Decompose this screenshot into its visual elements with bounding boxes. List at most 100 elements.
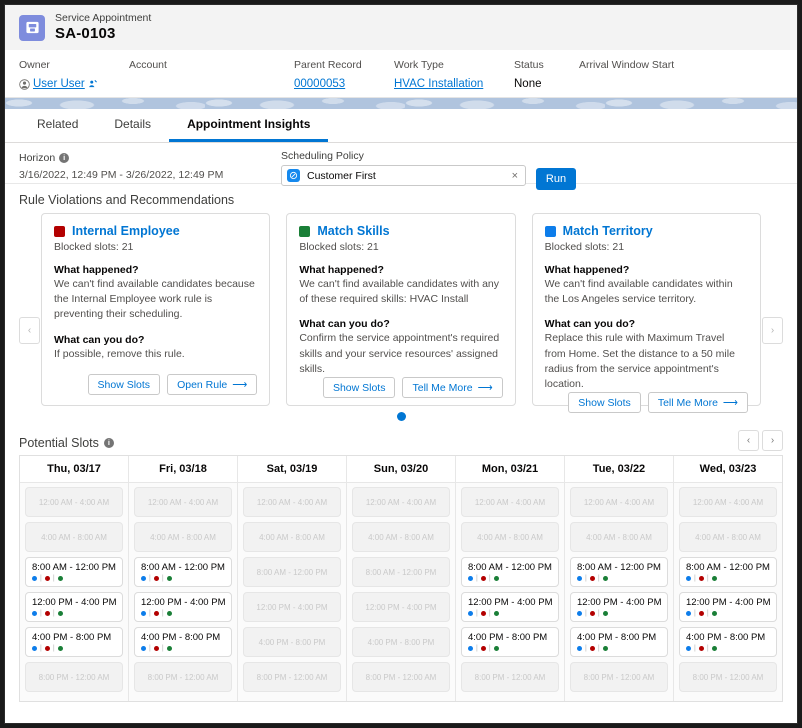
field-owner: Owner User User: [19, 58, 129, 93]
rule-pip-icon: [494, 576, 499, 581]
slot-available[interactable]: 4:00 PM - 8:00 PM||: [134, 627, 232, 657]
slot-rule-pips: ||: [32, 575, 116, 582]
slot-time-label: 4:00 AM - 8:00 AM: [250, 527, 334, 549]
rule-pip-icon: [603, 576, 608, 581]
arrow-right-icon: ⟶: [232, 379, 247, 391]
slot-available[interactable]: 8:00 AM - 12:00 PM||: [679, 557, 777, 587]
potential-slots-info-icon[interactable]: i: [104, 438, 114, 448]
rule-pip-icon: [32, 646, 37, 651]
show-slots-button[interactable]: Show Slots: [323, 377, 396, 398]
slot-available[interactable]: 12:00 PM - 4:00 PM||: [570, 592, 668, 622]
rule-pip-icon: [494, 646, 499, 651]
slot-rule-pips: ||: [577, 575, 661, 582]
slot-column: Mon, 03/2112:00 AM - 4:00 AM4:00 AM - 8:…: [456, 456, 565, 701]
slot-unavailable: 12:00 AM - 4:00 AM: [352, 487, 450, 517]
pip-separator: |: [149, 645, 151, 652]
slot-rule-pips: ||: [686, 575, 770, 582]
slot-unavailable: 12:00 AM - 4:00 AM: [570, 487, 668, 517]
clear-policy-icon[interactable]: ×: [510, 170, 520, 182]
slot-available[interactable]: 12:00 PM - 4:00 PM||: [25, 592, 123, 622]
tab-details[interactable]: Details: [96, 109, 169, 142]
slot-time-label: 4:00 AM - 8:00 AM: [359, 527, 443, 549]
rule-pip-icon: [58, 576, 63, 581]
slot-time-label: 12:00 PM - 4:00 PM: [32, 597, 116, 608]
slot-time-label: 12:00 AM - 4:00 AM: [250, 492, 334, 514]
parent-record-link[interactable]: 00000053: [294, 76, 345, 93]
scheduling-policy-input[interactable]: Customer First ×: [281, 165, 526, 186]
violation-card-title[interactable]: Match Skills: [317, 224, 389, 238]
open-rule-button[interactable]: Open Rule ⟶: [167, 374, 257, 395]
slot-available[interactable]: 4:00 PM - 8:00 PM||: [679, 627, 777, 657]
pip-separator: |: [53, 610, 55, 617]
slot-column-body: 12:00 AM - 4:00 AM4:00 AM - 8:00 AM8:00 …: [20, 483, 128, 701]
policy-record-icon: [287, 169, 300, 182]
run-button[interactable]: Run: [536, 168, 576, 190]
pip-separator: |: [707, 645, 709, 652]
tell-me-more-button[interactable]: Tell Me More ⟶: [648, 392, 748, 413]
horizon-label-row: Horizon i: [19, 152, 281, 164]
horizon-info-icon[interactable]: i: [59, 153, 69, 163]
rule-pip-icon: [686, 646, 691, 651]
slot-available[interactable]: 4:00 PM - 8:00 PM||: [25, 627, 123, 657]
violation-card-title[interactable]: Internal Employee: [72, 224, 180, 238]
blocked-slots-label: Blocked slots:: [299, 241, 367, 253]
slot-rule-pips: ||: [141, 645, 225, 652]
record-field-bar: Owner User User Account Parent Record: [5, 50, 797, 98]
slot-available[interactable]: 8:00 AM - 12:00 PM||: [25, 557, 123, 587]
tab-bar: Related Details Appointment Insights: [5, 109, 797, 143]
work-type-link[interactable]: HVAC Installation: [394, 76, 483, 93]
slot-column: Sat, 03/1912:00 AM - 4:00 AM4:00 AM - 8:…: [238, 456, 347, 701]
slot-time-label: 8:00 PM - 12:00 AM: [359, 667, 443, 689]
change-owner-icon[interactable]: [88, 79, 98, 89]
what-can-you-do-text: Replace this rule with Maximum Travel fr…: [545, 331, 748, 392]
slot-available[interactable]: 4:00 PM - 8:00 PM||: [461, 627, 559, 657]
slot-available[interactable]: 12:00 PM - 4:00 PM||: [679, 592, 777, 622]
violation-card: Internal Employee Blocked slots: 21 What…: [41, 213, 270, 406]
violation-card-header: Match Territory: [545, 224, 748, 238]
tab-appointment-insights[interactable]: Appointment Insights: [169, 109, 328, 142]
slot-rule-pips: ||: [32, 610, 116, 617]
slot-unavailable: 4:00 AM - 8:00 AM: [134, 522, 232, 552]
violation-card-title[interactable]: Match Territory: [563, 224, 653, 238]
rule-pip-icon: [712, 646, 717, 651]
service-appointment-icon: [19, 15, 45, 41]
slot-unavailable: 4:00 AM - 8:00 AM: [352, 522, 450, 552]
rule-pip-icon: [58, 611, 63, 616]
slot-rule-pips: ||: [686, 610, 770, 617]
slot-available[interactable]: 12:00 PM - 4:00 PM||: [461, 592, 559, 622]
slot-column-body: 12:00 AM - 4:00 AM 4:00 AM - 8:00 AM 8:00 …: [565, 483, 673, 701]
tell-me-more-button[interactable]: Tell Me More ⟶: [402, 377, 502, 398]
slot-time-label: 8:00 PM - 12:00 AM: [32, 667, 116, 689]
field-status-value: None: [514, 76, 579, 93]
pip-separator: |: [598, 610, 600, 617]
carousel-dot[interactable]: [397, 412, 406, 421]
slot-time-label: 4:00 AM - 8:00 AM: [577, 527, 661, 549]
slots-next-button[interactable]: ›: [762, 430, 783, 451]
slots-prev-button[interactable]: ‹: [738, 430, 759, 451]
pip-separator: |: [694, 610, 696, 617]
slot-column: Tue, 03/2212:00 AM - 4:00 AM4:00 AM - 8:…: [565, 456, 674, 701]
rule-pip-icon: [712, 611, 717, 616]
slot-rule-pips: ||: [468, 645, 552, 652]
scheduling-policy-label: Scheduling Policy: [281, 150, 526, 162]
carousel-next-button[interactable]: ›: [762, 317, 783, 344]
slot-available[interactable]: 8:00 AM - 12:00 PM||: [461, 557, 559, 587]
pip-separator: |: [40, 610, 42, 617]
carousel-prev-button[interactable]: ‹: [19, 317, 40, 344]
pip-separator: |: [489, 575, 491, 582]
field-status-label: Status: [514, 58, 579, 74]
slot-column-body: 12:00 AM - 4:00 AM4:00 AM - 8:00 AM8:00 …: [456, 483, 564, 701]
owner-link[interactable]: User User: [33, 76, 85, 93]
show-slots-button[interactable]: Show Slots: [88, 374, 161, 395]
show-slots-button[interactable]: Show Slots: [568, 392, 641, 413]
rule-pip-icon: [590, 646, 595, 651]
slot-time-label: 4:00 AM - 8:00 AM: [686, 527, 770, 549]
record-titles: Service Appointment SA-0103: [55, 12, 151, 42]
slot-time-label: 12:00 PM - 4:00 PM: [577, 597, 661, 608]
slot-available[interactable]: 4:00 PM - 8:00 PM||: [570, 627, 668, 657]
slot-column: Fri, 03/1812:00 AM - 4:00 AM4:00 AM - 8:…: [129, 456, 238, 701]
tab-related[interactable]: Related: [19, 109, 96, 142]
slot-available[interactable]: 8:00 AM - 12:00 PM||: [570, 557, 668, 587]
slot-available[interactable]: 12:00 PM - 4:00 PM||: [134, 592, 232, 622]
slot-available[interactable]: 8:00 AM - 12:00 PM||: [134, 557, 232, 587]
